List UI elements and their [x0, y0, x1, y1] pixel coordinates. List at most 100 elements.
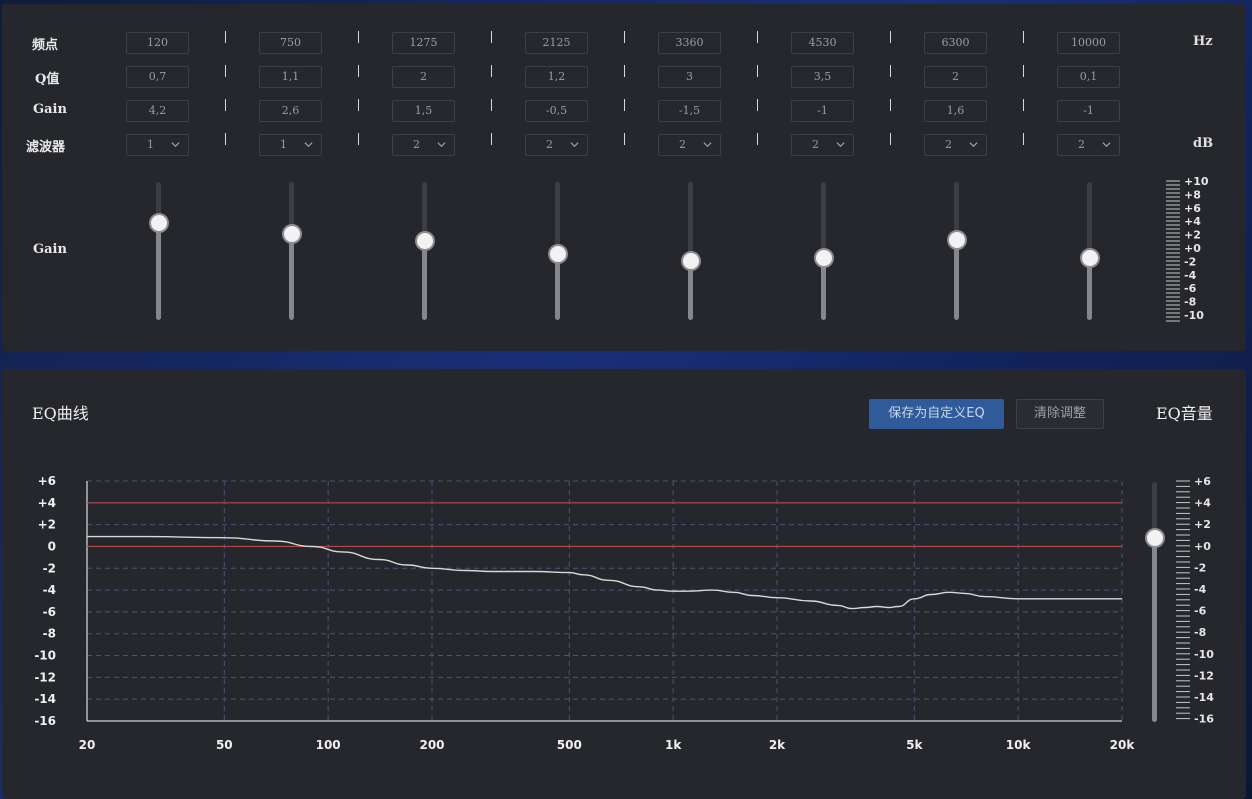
band-3-frequency-input[interactable]: 1275 [392, 32, 455, 54]
band-2-q-input[interactable]: 1,1 [259, 66, 322, 88]
chevron-down-icon [304, 142, 313, 148]
column-separator [225, 99, 226, 111]
band-4-gain-input[interactable]: -0,5 [525, 100, 588, 122]
band-2-gain-value: 2,6 [281, 104, 300, 117]
band-1-freq-value: 120 [147, 36, 168, 49]
x-tick-label: 500 [557, 738, 582, 752]
column-separator [624, 133, 625, 145]
band-7-filter-select[interactable]: 2 [924, 134, 987, 156]
band-2-filter-select[interactable]: 1 [259, 134, 322, 156]
scale-label: -6 [1184, 282, 1197, 295]
clear-adjustments-button[interactable]: 清除调整 [1016, 399, 1104, 429]
band-7-q-input[interactable]: 2 [924, 66, 987, 88]
band-6-filter-value: 2 [812, 138, 819, 151]
chevron-down-icon [836, 142, 845, 148]
scale-label: -2 [1184, 255, 1196, 268]
band-8-frequency-input[interactable]: 10000 [1057, 32, 1120, 54]
y-tick-label: -2 [43, 561, 56, 575]
band-3-filter-value: 2 [413, 138, 420, 151]
column-separator [757, 31, 758, 43]
band-5-filter-select[interactable]: 2 [658, 134, 721, 156]
eq-volume-scale: +6 +4 +2 +0 -2 -4 -6 -8 -10 -12 -14 -16 [1176, 475, 1214, 726]
chevron-down-icon [1102, 142, 1111, 148]
column-separator [491, 31, 492, 43]
band-2-gain-slider-knob[interactable] [282, 223, 302, 244]
save-custom-eq-button[interactable]: 保存为自定义EQ [869, 399, 1004, 429]
band-8-gain-input[interactable]: -1 [1057, 100, 1120, 122]
band-4-q-input[interactable]: 1,2 [525, 66, 588, 88]
row-label-filter: 滤波器 [26, 140, 66, 155]
band-1-gain-input[interactable]: 4,2 [126, 100, 189, 122]
column-separator [358, 65, 359, 77]
band-7-gain-slider-fill [954, 239, 959, 320]
band-3-gain-slider[interactable] [422, 182, 427, 320]
band-5-filter-value: 2 [679, 138, 686, 151]
x-tick-label: 200 [419, 738, 444, 752]
y-tick-label: -10 [34, 649, 56, 663]
band-6-gain-slider-knob[interactable] [814, 247, 834, 268]
band-2-gain-input[interactable]: 2,6 [259, 100, 322, 122]
band-7-gain-input[interactable]: 1,6 [924, 100, 987, 122]
band-3-gain-slider-fill [422, 240, 427, 320]
column-separator [358, 99, 359, 111]
x-tick-label: 100 [316, 738, 341, 752]
band-7-frequency-input[interactable]: 6300 [924, 32, 987, 54]
band-8-filter-value: 2 [1078, 138, 1085, 151]
band-4-gain-value: -0,5 [545, 104, 568, 117]
band-7-q-value: 2 [952, 70, 959, 83]
volume-scale-label: +2 [1194, 518, 1211, 531]
eq-volume-slider-knob[interactable] [1145, 528, 1165, 548]
band-3-gain-slider-knob[interactable] [415, 231, 435, 251]
band-7-gain-slider[interactable] [954, 182, 959, 320]
band-1-frequency-input[interactable]: 120 [126, 32, 189, 54]
band-8-q-input[interactable]: 0,1 [1057, 66, 1120, 88]
column-separator [890, 31, 891, 43]
band-2-gain-slider[interactable] [289, 182, 294, 320]
y-tick-label: -6 [43, 605, 56, 619]
column-separator [757, 133, 758, 145]
eq-volume-title: EQ音量 [1156, 404, 1213, 423]
column-separator [225, 65, 226, 77]
band-settings-panel [2, 4, 1246, 351]
band-1-gain-slider-knob[interactable] [149, 213, 169, 233]
scale-label: +8 [1184, 188, 1201, 201]
chevron-down-icon [437, 142, 446, 148]
band-2-gain-slider-fill [289, 232, 294, 320]
band-6-gain-input[interactable]: -1 [791, 100, 854, 122]
scale-label: +4 [1184, 215, 1201, 228]
unit-hz: Hz [1193, 34, 1213, 49]
band-1-q-input[interactable]: 0,7 [126, 66, 189, 88]
band-3-filter-select[interactable]: 2 [392, 134, 455, 156]
band-5-q-value: 3 [686, 70, 693, 83]
band-3-gain-input[interactable]: 1,5 [392, 100, 455, 122]
band-7-freq-value: 6300 [941, 36, 970, 49]
band-5-q-input[interactable]: 3 [658, 66, 721, 88]
scale-label: +0 [1184, 242, 1201, 255]
band-6-q-input[interactable]: 3,5 [791, 66, 854, 88]
band-4-filter-select[interactable]: 2 [525, 134, 588, 156]
row-label-q: Q值 [35, 72, 60, 87]
band-6-frequency-input[interactable]: 4530 [791, 32, 854, 54]
eq-volume-slider[interactable] [1152, 482, 1157, 722]
y-tick-label: -8 [43, 627, 56, 641]
band-1-gain-slider-fill [156, 222, 161, 320]
band-3-q-input[interactable]: 2 [392, 66, 455, 88]
column-separator [1023, 99, 1024, 111]
volume-scale-label: +0 [1194, 540, 1211, 553]
y-tick-label: +4 [38, 496, 56, 510]
band-2-frequency-input[interactable]: 750 [259, 32, 322, 54]
x-tick-label: 20 [79, 738, 96, 752]
band-6-filter-select[interactable]: 2 [791, 134, 854, 156]
band-8-filter-select[interactable]: 2 [1057, 134, 1120, 156]
band-1-filter-select[interactable]: 1 [126, 134, 189, 156]
band-1-gain-slider[interactable] [156, 182, 161, 320]
band-8-gain-slider-knob[interactable] [1080, 247, 1100, 268]
column-separator [890, 133, 891, 145]
band-5-gain-slider-knob[interactable] [681, 251, 701, 271]
volume-scale-label: -8 [1194, 626, 1206, 639]
band-5-frequency-input[interactable]: 3360 [658, 32, 721, 54]
band-4-frequency-input[interactable]: 2125 [525, 32, 588, 54]
band-3-freq-value: 1275 [409, 36, 438, 49]
volume-scale-label: -6 [1194, 605, 1207, 618]
band-5-gain-input[interactable]: -1,5 [658, 100, 721, 122]
